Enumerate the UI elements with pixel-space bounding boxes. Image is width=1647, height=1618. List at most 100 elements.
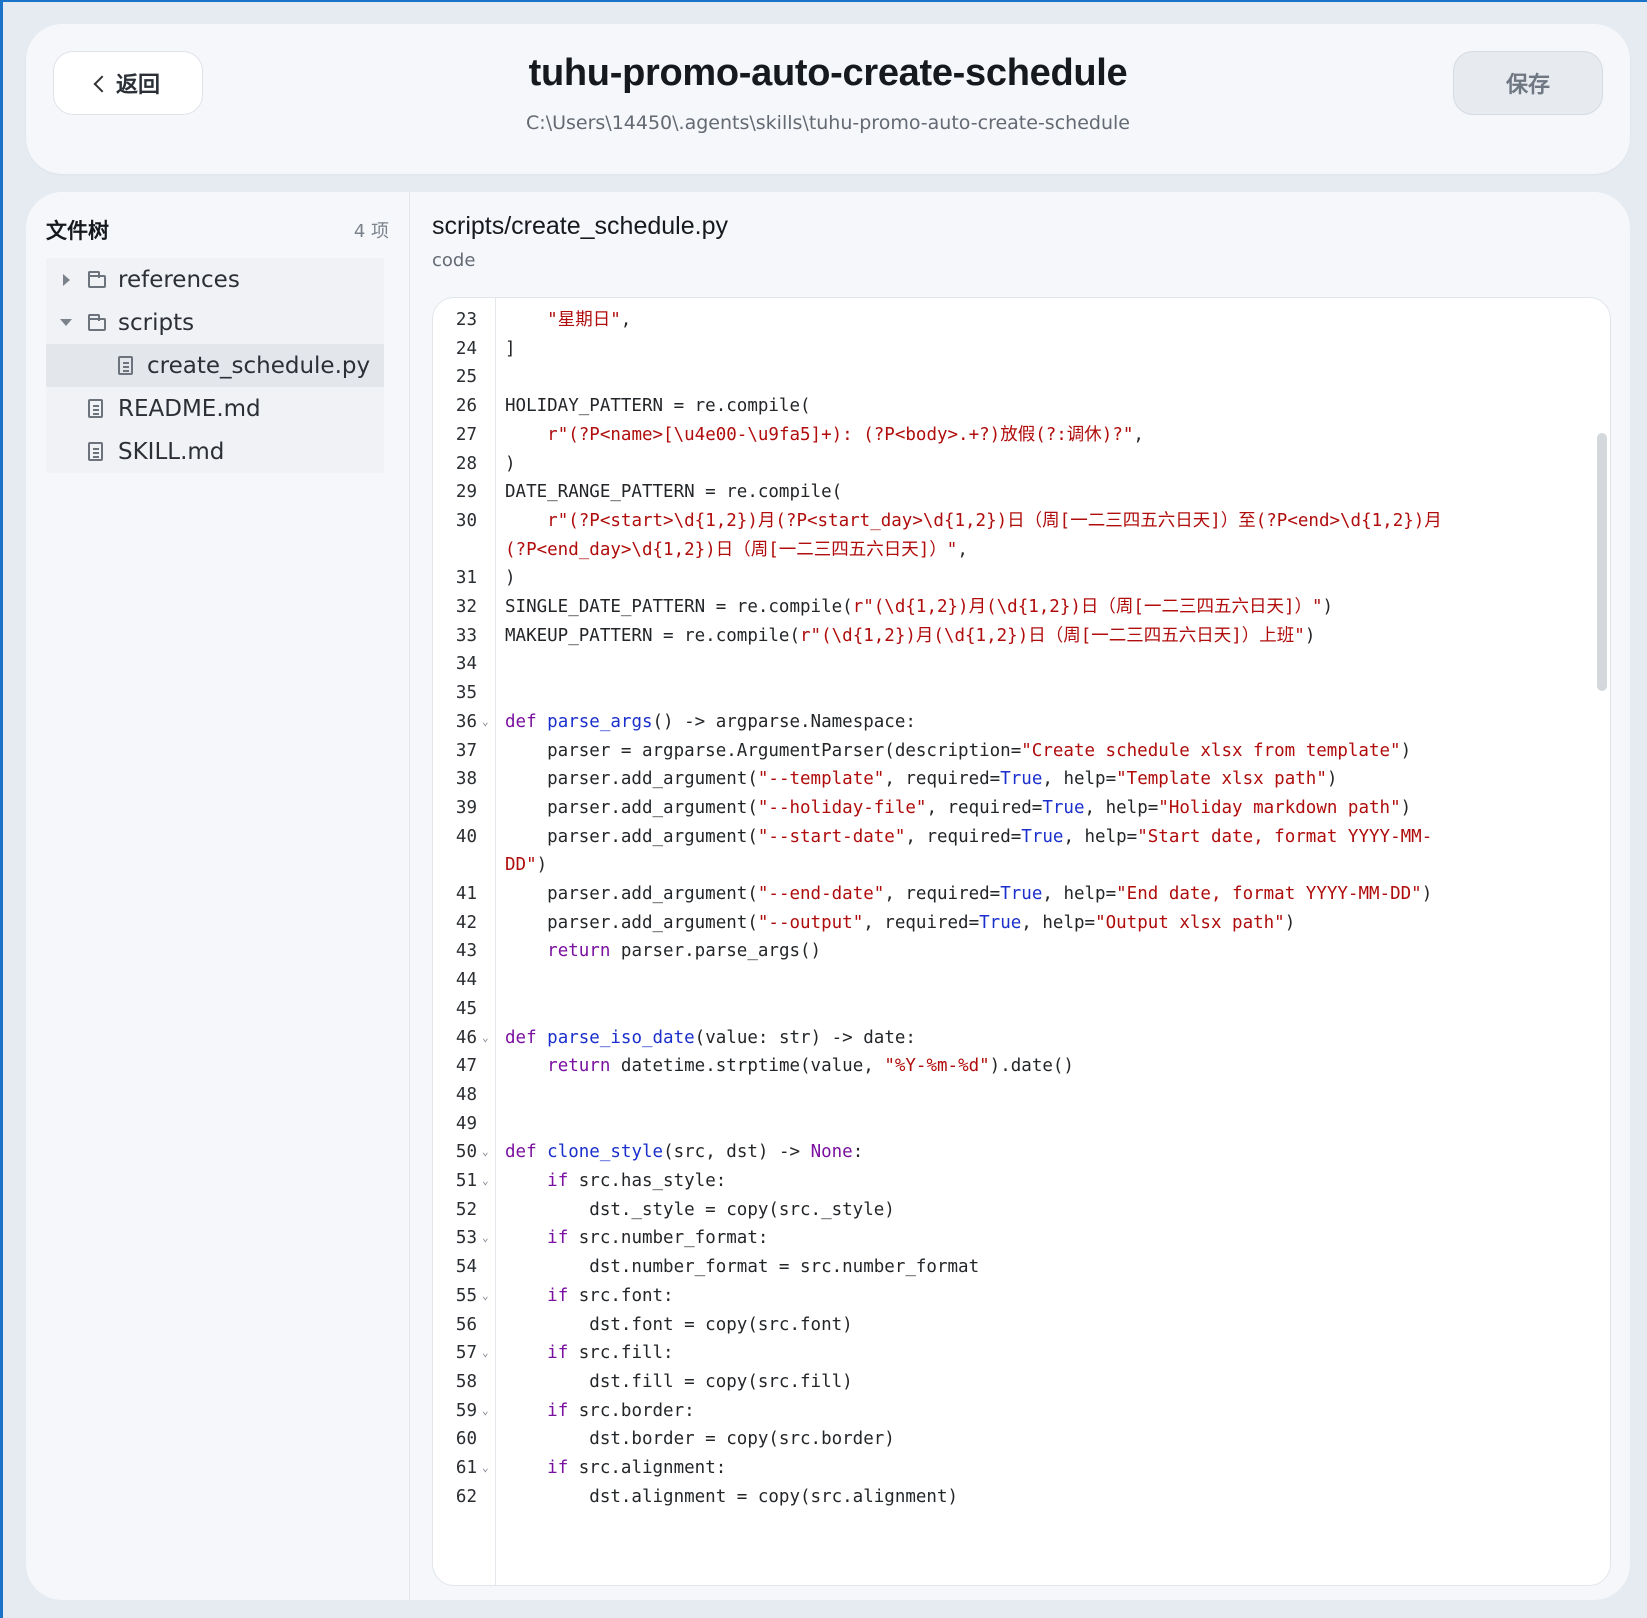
chevron-down-icon[interactable]: ⌄ (482, 1167, 489, 1196)
code-token: () -> argparse.Namespace: (652, 711, 916, 732)
code-text: ) (505, 450, 516, 479)
code-token: (value: str) -> date: (694, 1027, 916, 1048)
code-token: r"(?P<start>\d{1,2})月(?P<start_day>\d{1,… (547, 510, 1442, 531)
line-number: 37 (455, 740, 477, 761)
code-text: HOLIDAY_PATTERN = re.compile( (505, 392, 811, 421)
save-button-label: 保存 (1505, 73, 1550, 98)
file-icon (88, 399, 103, 418)
vertical-scrollbar[interactable] (1597, 433, 1607, 691)
code-token: ) (1304, 625, 1316, 646)
line-number: 29 (455, 482, 477, 503)
chevron-down-icon[interactable]: ⌄ (482, 1224, 489, 1253)
code-token: if (547, 1285, 569, 1306)
code-token: : (852, 1142, 864, 1163)
code-token: def (505, 711, 537, 732)
code-token: ) (1284, 912, 1296, 933)
tree-item-scripts[interactable]: scripts (46, 301, 384, 344)
code-token: src.has_style: (568, 1171, 727, 1191)
code-token: MAKEUP_PATTERN = re.compile( (505, 625, 801, 646)
code-text: def clone_style(src, dst) -> None: (505, 1138, 863, 1167)
tree-item-label: README.md (118, 395, 261, 422)
line-number: 44 (455, 970, 477, 991)
line-number: 45 (455, 998, 477, 1019)
file-count: 4 项 (353, 221, 389, 242)
caret-right-icon[interactable] (63, 273, 70, 286)
caret-down-icon[interactable] (60, 319, 72, 326)
code-token: True (979, 912, 1022, 933)
code-token: def (505, 1142, 537, 1163)
code-token: "Start date, format YYYY-MM- (1137, 826, 1433, 847)
chevron-down-icon[interactable]: ⌄ (482, 1282, 489, 1311)
line-number: 56 (455, 1314, 477, 1335)
save-button[interactable]: 保存 (1453, 51, 1603, 115)
line-number: 24 (455, 338, 477, 359)
tree-item-label: SKILL.md (118, 438, 225, 465)
code-token: , required= (926, 797, 1043, 818)
folder-icon (88, 314, 106, 331)
code-token: parse_iso_date (547, 1027, 695, 1048)
chevron-down-icon[interactable]: ⌄ (482, 1397, 489, 1426)
code-token: "--holiday-file" (757, 797, 927, 818)
code-token: , required= (863, 912, 980, 933)
line-number: 48 (455, 1084, 477, 1105)
chevron-down-icon[interactable]: ⌄ (482, 1138, 489, 1167)
line-number: 36 (455, 711, 477, 732)
code-token: r"(\d{1,2})月(\d{1,2})日（周[一二三四五六日天]）上班" (800, 625, 1305, 646)
code-token: ) (1326, 769, 1338, 790)
tree-item-readme-md[interactable]: README.md (46, 387, 384, 430)
tree-item-create-schedule-py[interactable]: create_schedule.py (46, 344, 384, 387)
folder-icon (88, 271, 106, 288)
tree-item-references[interactable]: references (46, 258, 384, 301)
code-token: , (957, 539, 968, 560)
file-tree: references scripts create_schedule.py RE… (46, 258, 384, 473)
line-number: 51 (455, 1171, 477, 1191)
chevron-down-icon[interactable]: ⌄ (482, 1339, 489, 1368)
tree-item-skill-md[interactable]: SKILL.md (46, 430, 384, 473)
file-type-label: code (432, 250, 476, 271)
code-token: return (547, 941, 611, 962)
code-token: parser.add_argument( (505, 797, 758, 818)
code-token: True (1042, 797, 1085, 818)
code-token: , help= (1021, 912, 1096, 933)
code-text: dst._style = copy(src._style) (505, 1196, 895, 1225)
code-text: if src.has_style: (505, 1167, 726, 1196)
chevron-down-icon[interactable]: ⌄ (482, 708, 489, 737)
chevron-down-icon[interactable]: ⌄ (482, 1454, 489, 1483)
skill-path: C:\Users\14450\.agents\skills\tuhu-promo… (526, 112, 1130, 134)
app-window: 返回 tuhu-promo-auto-create-schedule C:\Us… (0, 0, 1647, 1618)
line-number: 59 (455, 1400, 477, 1421)
code-token: ) (505, 568, 516, 589)
line-number: 55 (455, 1285, 477, 1306)
line-number: 26 (455, 396, 477, 417)
code-token: , required= (884, 884, 1001, 904)
file-tree-title: 文件树 (46, 219, 109, 243)
line-number: 28 (455, 453, 477, 474)
code-text: parser = argparse.ArgumentParser(descrip… (505, 737, 1411, 766)
code-token: (?P<end_day>\d{1,2})日（周[一二三四五六日天]）" (505, 539, 958, 560)
line-number: 52 (455, 1199, 477, 1220)
line-number: 30 (455, 510, 477, 531)
chevron-down-icon[interactable]: ⌄ (482, 1024, 489, 1053)
line-number: 53 (455, 1228, 477, 1249)
code-token: , help= (1042, 884, 1117, 904)
line-number: 43 (455, 941, 477, 962)
code-token: "--template" (757, 769, 885, 790)
code-text: dst.number_format = src.number_format (505, 1253, 979, 1282)
code-token: "%Y-%m-%d" (884, 1056, 990, 1077)
code-text: if src.font: (505, 1282, 673, 1311)
line-number: 47 (455, 1056, 477, 1077)
code-content[interactable]: 23 "星期日", 24] 25 26 HOLIDAY_PATTERN = re.com… (433, 298, 1610, 1585)
code-token: , help= (1063, 826, 1138, 847)
code-token: parser.add_argument( (505, 826, 758, 847)
code-text: def parse_args() -> argparse.Namespace: (505, 708, 916, 737)
line-number: 34 (455, 654, 477, 675)
code-editor[interactable]: 23 "星期日", 24] 25 26 HOLIDAY_PATTERN = re.com… (432, 297, 1611, 1586)
code-token: , help= (1084, 797, 1159, 818)
code-token: , required= (905, 826, 1022, 847)
line-number: 46 (455, 1027, 477, 1048)
